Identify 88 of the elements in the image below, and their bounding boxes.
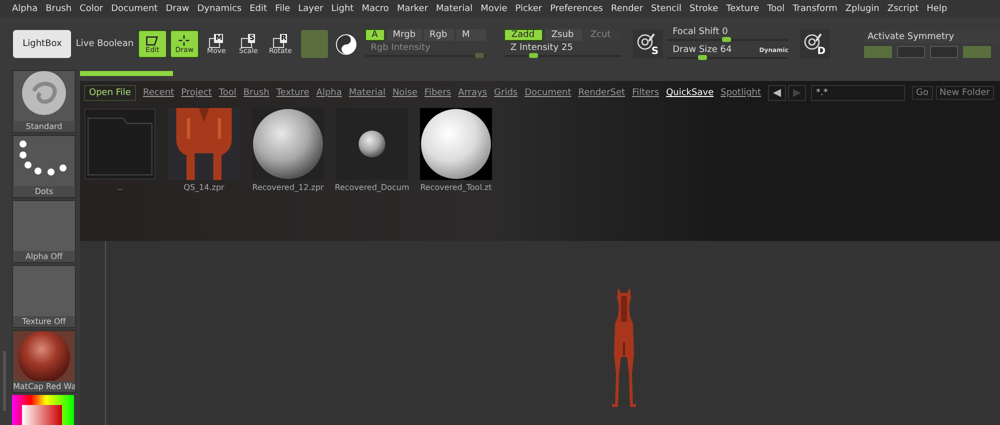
lightbox-tab[interactable]: Spotlight (720, 88, 762, 98)
menu-item[interactable]: Brush (42, 4, 76, 14)
edit-icon (145, 34, 160, 46)
lightbox-tab[interactable]: Fibers (424, 88, 452, 98)
menu-item[interactable]: Light (327, 4, 358, 14)
lightbox-tab[interactable]: Brush (243, 88, 270, 98)
menu-item[interactable]: Alpha (8, 4, 42, 14)
menu-item[interactable]: Help (922, 4, 952, 14)
file-name: Recovered_12.zpr (252, 183, 324, 192)
lightbox-tab[interactable]: Document (524, 88, 572, 98)
lightbox-tab[interactable]: Arrays (458, 88, 488, 98)
right-arrow-icon (792, 88, 802, 98)
menu-item[interactable]: Edit (246, 4, 272, 14)
palette-button[interactable]: Dots (12, 135, 76, 198)
lightbox-tab[interactable]: Texture (276, 88, 310, 98)
path-field[interactable]: *.* (811, 85, 906, 101)
axis-button[interactable] (962, 46, 991, 58)
target-icon (803, 32, 824, 52)
left-arrow-icon (772, 88, 782, 98)
small-sphere-thumbnail[interactable] (336, 108, 408, 180)
menu-item[interactable]: Stroke (685, 4, 722, 14)
alpha-button[interactable]: D (800, 29, 830, 59)
menu-item[interactable]: Render (607, 4, 648, 14)
focal-shift-slider[interactable]: Focal Shift 0 (666, 27, 788, 43)
color-mode-button[interactable]: Rgb (424, 29, 454, 41)
empty-swatch (13, 201, 75, 251)
palette-button[interactable]: Alpha Off (12, 200, 76, 263)
z-intensity-slider[interactable]: Z Intensity 25 (504, 43, 622, 59)
menu-item[interactable]: Preferences (546, 4, 607, 14)
lightbox-tab[interactable]: QuickSave (666, 88, 714, 98)
z-mode-button[interactable]: Zadd (504, 29, 544, 41)
color-mode-button[interactable]: M (456, 29, 486, 41)
lightbox-tab[interactable]: Noise (392, 88, 418, 98)
palette-button[interactable]: Standard (12, 70, 76, 133)
sphere-thumbnail[interactable] (420, 108, 492, 180)
brush-icon (13, 71, 75, 121)
lightbox-tab[interactable]: RenderSet (578, 88, 626, 98)
menu-item[interactable]: Movie (476, 4, 512, 14)
color-mode-button[interactable]: Mrgb (386, 29, 422, 41)
menu-item[interactable]: Layer (294, 4, 328, 14)
lightbox-tab[interactable]: Alpha (316, 88, 342, 98)
menu-item[interactable]: Zplugin (841, 4, 884, 14)
menu-item[interactable]: Macro (358, 4, 393, 14)
axis-button[interactable] (896, 46, 925, 58)
stroke-button[interactable]: S (633, 29, 663, 59)
color-picker[interactable] (12, 395, 74, 425)
activate-symmetry-button[interactable]: Activate Symmetry (864, 30, 1000, 42)
lightbox-button[interactable]: LightBox (13, 30, 72, 58)
axis-button[interactable] (864, 46, 892, 58)
menu-item[interactable]: Document (107, 4, 162, 14)
color-mode-button[interactable]: A (364, 29, 385, 41)
menu-item[interactable]: Tool (763, 4, 789, 14)
new-folder-button[interactable]: New Folder (936, 86, 994, 100)
menu-item[interactable]: Texture (722, 4, 764, 14)
menu-item[interactable]: Marker (392, 4, 432, 14)
lightbox-tab[interactable]: Recent (142, 88, 174, 98)
dots-icon (13, 136, 75, 186)
axis-button[interactable] (930, 46, 958, 58)
menu-item[interactable]: Dynamics (193, 4, 246, 14)
lightbox-tab[interactable]: Material (348, 88, 386, 98)
empty-swatch (13, 266, 75, 316)
menu-item[interactable]: Material (432, 4, 477, 14)
menu-item[interactable]: Stencil (647, 4, 686, 14)
go-button[interactable]: Go (912, 86, 933, 100)
lightbox-tab[interactable]: Filters (632, 88, 660, 98)
file-name: Recovered_Docum (334, 183, 410, 192)
folder-icon[interactable] (84, 108, 156, 180)
menu-item[interactable]: Transform (788, 4, 842, 14)
menu-item[interactable]: Draw (162, 4, 194, 14)
menu-item[interactable]: Picker (511, 4, 546, 14)
file-name: Recovered_Tool.zt (420, 183, 492, 192)
z-mode-button[interactable]: Zsub (545, 29, 582, 41)
file-name: QS_14.zpr (184, 183, 224, 192)
lightbox-tab[interactable]: Project (181, 88, 212, 98)
lightbox-tab[interactable]: Tool (218, 88, 236, 98)
file-name: .. (117, 183, 123, 192)
menu-item[interactable]: Color (76, 4, 108, 14)
back-button[interactable] (768, 85, 786, 101)
open-file-button[interactable]: Open File (84, 85, 136, 101)
live-boolean-button[interactable]: Live Boolean (75, 30, 134, 58)
lightbox-tab[interactable]: Grids (494, 88, 518, 98)
menu-item[interactable]: File (271, 4, 294, 14)
palette-button[interactable]: MatCap Red Wa (12, 330, 76, 393)
palette-button[interactable]: Texture Off (12, 265, 76, 328)
sphere-thumbnail[interactable] (252, 108, 324, 180)
crosshair-icon (177, 34, 192, 46)
yin-yang-icon[interactable] (335, 32, 358, 56)
menu-item[interactable]: Zscript (883, 4, 923, 14)
